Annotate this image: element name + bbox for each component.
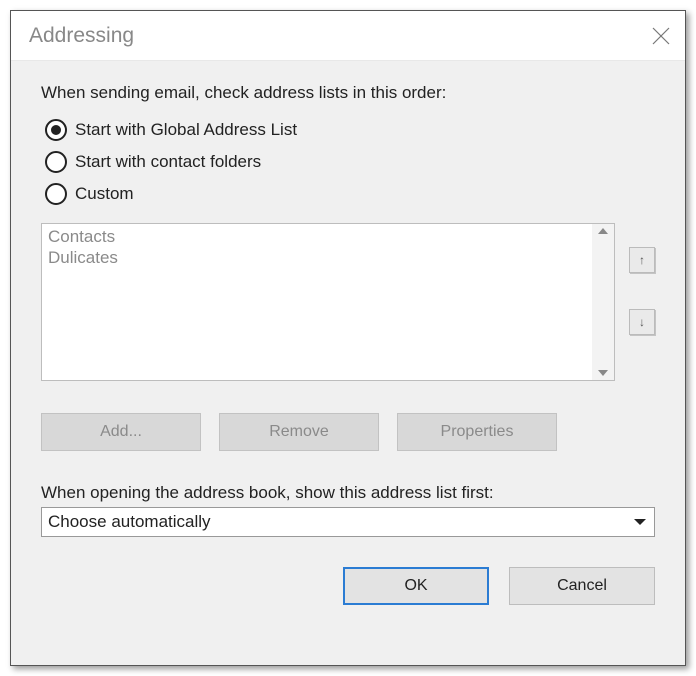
list-action-buttons: Add... Remove Properties xyxy=(41,413,655,451)
radio-custom-row[interactable]: Custom xyxy=(45,183,655,205)
dialog-title: Addressing xyxy=(29,24,134,48)
list-area: Contacts Dulicates ↑ ↓ xyxy=(41,223,655,381)
addressing-dialog: Addressing When sending email, check add… xyxy=(10,10,686,666)
remove-button[interactable]: Remove xyxy=(219,413,379,451)
dropdown-value: Choose automatically xyxy=(48,512,211,532)
radio-contacts-row[interactable]: Start with contact folders xyxy=(45,151,655,173)
arrow-up-icon: ↑ xyxy=(639,253,645,267)
move-down-button[interactable]: ↓ xyxy=(629,309,655,335)
order-heading: When sending email, check address lists … xyxy=(41,83,655,103)
order-radio-group: Start with Global Address List Start wit… xyxy=(45,119,655,215)
scroll-down-icon[interactable] xyxy=(598,370,608,376)
radio-gal-row[interactable]: Start with Global Address List xyxy=(45,119,655,141)
cancel-button[interactable]: Cancel xyxy=(509,567,655,605)
add-button[interactable]: Add... xyxy=(41,413,201,451)
radio-contacts[interactable] xyxy=(45,151,67,173)
ok-button[interactable]: OK xyxy=(343,567,489,605)
list-item[interactable]: Dulicates xyxy=(48,247,586,268)
address-listbox[interactable]: Contacts Dulicates xyxy=(41,223,615,381)
list-item[interactable]: Contacts xyxy=(48,226,586,247)
move-up-button[interactable]: ↑ xyxy=(629,247,655,273)
default-list-dropdown[interactable]: Choose automatically xyxy=(41,507,655,537)
radio-contacts-label: Start with contact folders xyxy=(75,152,261,172)
radio-gal-label: Start with Global Address List xyxy=(75,120,297,140)
list-scrollbar[interactable] xyxy=(592,224,614,380)
close-icon[interactable] xyxy=(651,26,671,46)
dialog-footer: OK Cancel xyxy=(41,567,655,605)
radio-custom[interactable] xyxy=(45,183,67,205)
open-first-label: When opening the address book, show this… xyxy=(41,483,655,503)
chevron-down-icon xyxy=(634,519,646,525)
arrow-down-icon: ↓ xyxy=(639,315,645,329)
dialog-body: When sending email, check address lists … xyxy=(11,61,685,665)
list-content: Contacts Dulicates xyxy=(42,224,592,380)
radio-gal[interactable] xyxy=(45,119,67,141)
titlebar: Addressing xyxy=(11,11,685,61)
properties-button[interactable]: Properties xyxy=(397,413,557,451)
radio-custom-label: Custom xyxy=(75,184,134,204)
scroll-up-icon[interactable] xyxy=(598,228,608,234)
reorder-buttons: ↑ ↓ xyxy=(629,223,655,335)
